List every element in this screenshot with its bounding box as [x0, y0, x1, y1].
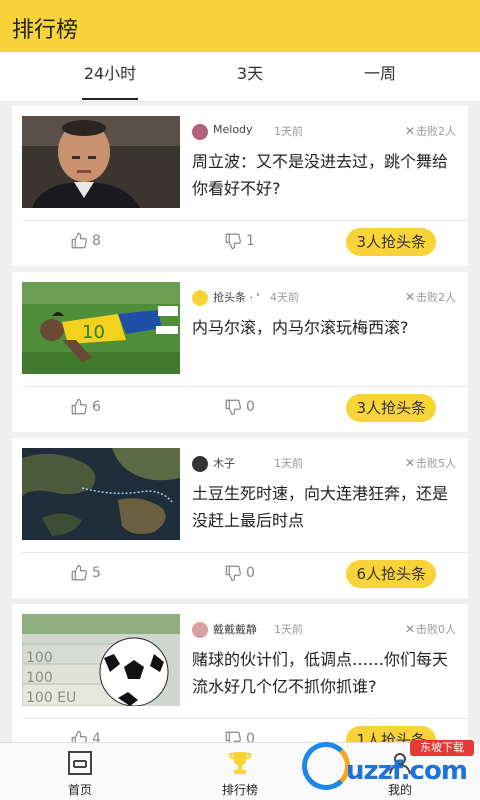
- like-button[interactable]: 6: [70, 398, 101, 416]
- soccer-player-image[interactable]: 10: [22, 282, 180, 374]
- thumbs-down-icon: [225, 233, 241, 250]
- dislike-button[interactable]: 0: [224, 398, 255, 416]
- nav-label: 排行榜: [221, 783, 258, 797]
- football-money-image[interactable]: 100 100 100 EU: [22, 614, 180, 706]
- close-icon: ✕: [404, 124, 415, 138]
- post-time: 1天前: [274, 457, 303, 470]
- defeat-label: 击败0人: [416, 623, 456, 636]
- watermark-tag: 东坡下载: [410, 740, 474, 756]
- earth-map-image[interactable]: [22, 448, 180, 540]
- author-name[interactable]: 抢头条 · ': [213, 289, 260, 305]
- author-name[interactable]: Melody: [213, 123, 253, 136]
- svg-text:100: 100: [26, 650, 53, 666]
- like-count: 6: [92, 399, 101, 415]
- grab-headline-button[interactable]: 3人抢头条: [346, 228, 436, 256]
- author-name[interactable]: 木子: [213, 455, 235, 471]
- avatar[interactable]: [192, 124, 208, 140]
- thumbs-up-icon: [71, 564, 87, 581]
- top-bar: 排行榜: [0, 0, 480, 52]
- like-button[interactable]: 8: [70, 232, 101, 250]
- post-time: 1天前: [274, 125, 303, 138]
- news-card[interactable]: Melody 1天前 ✕击败2人 周立波：又不是没进去过，跳个舞给你看好不好? …: [12, 106, 468, 266]
- dislike-button[interactable]: 1: [224, 232, 255, 250]
- headline[interactable]: 赌球的伙计们，低调点……你们每天流水好几个亿不抓你抓谁?: [192, 646, 460, 700]
- dislike-button[interactable]: 0: [224, 564, 255, 582]
- logo-ring-icon: [302, 742, 350, 790]
- home-icon: [68, 751, 92, 775]
- defeat-label: 击败2人: [416, 125, 456, 138]
- grab-headline-button[interactable]: 6人抢头条: [346, 560, 436, 588]
- tab-bar: 24小时 3天 一周: [0, 52, 480, 102]
- like-button[interactable]: 5: [70, 564, 101, 582]
- like-count: 5: [92, 565, 101, 581]
- nav-ranking[interactable]: 排行榜: [200, 743, 280, 800]
- dislike-count: 0: [246, 565, 255, 581]
- divider: [22, 552, 468, 553]
- dislike-count: 0: [246, 399, 255, 415]
- close-icon: ✕: [404, 456, 415, 470]
- avatar[interactable]: [192, 622, 208, 638]
- tab-3days[interactable]: 3天: [228, 52, 272, 102]
- trophy-icon: [229, 752, 251, 774]
- thumbs-down-icon: [225, 565, 241, 582]
- headline[interactable]: 周立波：又不是没进去过，跳个舞给你看好不好?: [192, 148, 460, 202]
- defeat-count: ✕击败5人: [405, 455, 456, 471]
- close-icon: ✕: [404, 622, 415, 636]
- dislike-count: 1: [246, 233, 255, 249]
- headline[interactable]: 土豆生死时速，向大连港狂奔，还是没赶上最后时点: [192, 480, 460, 534]
- svg-text:10: 10: [82, 322, 105, 343]
- divider: [22, 718, 468, 719]
- thumbs-down-icon: [225, 399, 241, 416]
- author-name[interactable]: 戴戴戴静: [213, 621, 257, 637]
- svg-text:100 EU: 100 EU: [26, 690, 76, 706]
- avatar[interactable]: [192, 290, 208, 306]
- defeat-label: 击败2人: [416, 291, 456, 304]
- page-title: 排行榜: [12, 18, 79, 43]
- news-card[interactable]: 木子 1天前 ✕击败5人 土豆生死时速，向大连港狂奔，还是没赶上最后时点 5 0…: [12, 438, 468, 598]
- tab-24h[interactable]: 24小时: [82, 52, 138, 102]
- news-card[interactable]: 10 抢头条 · ' 4天前 ✕击败2人 内马尔滚，内马尔滚玩梅西滚? 6 0 …: [12, 272, 468, 432]
- defeat-count: ✕击败2人: [405, 123, 456, 139]
- defeat-label: 击败5人: [416, 457, 456, 470]
- thumbs-up-icon: [71, 232, 87, 249]
- avatar[interactable]: [192, 456, 208, 472]
- man-portrait-image[interactable]: [22, 116, 180, 208]
- defeat-count: ✕击败0人: [405, 621, 456, 637]
- nav-label: 首页: [67, 783, 92, 797]
- headline[interactable]: 内马尔滚，内马尔滚玩梅西滚?: [192, 314, 460, 341]
- close-icon: ✕: [404, 290, 415, 304]
- post-time: 4天前: [270, 291, 299, 304]
- divider: [22, 220, 468, 221]
- thumbs-up-icon: [71, 398, 87, 415]
- like-count: 8: [92, 233, 101, 249]
- watermark-brand: uzzf.com: [346, 756, 468, 786]
- defeat-count: ✕击败2人: [405, 289, 456, 305]
- divider: [22, 386, 468, 387]
- post-time: 1天前: [274, 623, 303, 636]
- tab-week[interactable]: 一周: [360, 52, 400, 102]
- nav-home[interactable]: 首页: [40, 743, 120, 800]
- grab-headline-button[interactable]: 3人抢头条: [346, 394, 436, 422]
- svg-text:100: 100: [26, 670, 53, 686]
- watermark-logo: uzzf.com 东坡下载: [302, 738, 478, 794]
